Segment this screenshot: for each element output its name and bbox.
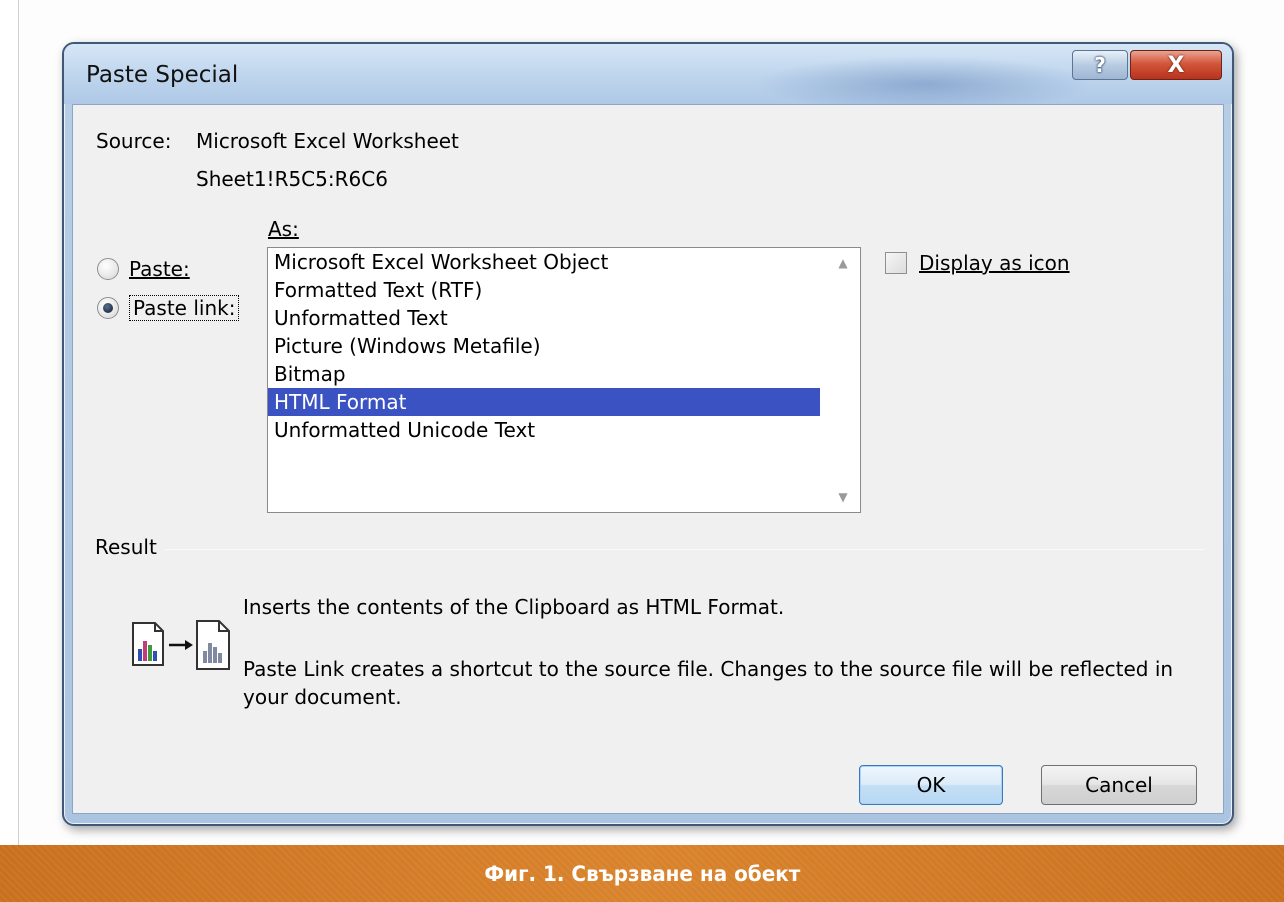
paste-label: Paste: [129, 257, 190, 281]
paste-radio[interactable] [97, 258, 119, 280]
ok-button[interactable]: OK [859, 765, 1003, 805]
paste-link-option[interactable]: Paste link: [97, 295, 240, 321]
display-as-icon-label: Display as icon [919, 251, 1070, 275]
list-item[interactable]: Unformatted Text [268, 304, 820, 332]
arrow-right-icon [169, 640, 193, 650]
paste-option[interactable]: Paste: [97, 257, 190, 281]
paste-special-dialog: Paste Special ? X Source: Microsoft Exce… [62, 42, 1234, 826]
list-item-selected[interactable]: HTML Format [268, 388, 820, 416]
dialog-title: Paste Special [86, 62, 239, 88]
figure-caption: Фиг. 1. Свързване на обект [483, 861, 801, 886]
display-as-icon-option[interactable]: Display as icon [885, 251, 1070, 275]
list-item[interactable]: Picture (Windows Metafile) [268, 332, 820, 360]
paste-link-result-icon [132, 620, 230, 670]
help-button[interactable]: ? [1072, 50, 1128, 80]
cancel-button[interactable]: Cancel [1041, 765, 1197, 805]
dialog-body: Source: Microsoft Excel Worksheet Sheet1… [72, 104, 1224, 814]
result-label: Result [95, 535, 165, 559]
paste-link-label: Paste link: [129, 295, 240, 321]
result-description: Inserts the contents of the Clipboard as… [243, 595, 785, 619]
source-range: Sheet1!R5C5:R6C6 [196, 167, 388, 191]
as-label: As: [268, 217, 299, 241]
source-document-icon [132, 622, 164, 666]
scroll-down-arrow-icon[interactable]: ▼ [836, 490, 850, 504]
list-item[interactable]: Formatted Text (RTF) [268, 276, 820, 304]
title-bar: Paste Special ? X [64, 44, 1232, 104]
close-icon: X [1167, 52, 1185, 78]
scroll-up-arrow-icon[interactable]: ▲ [836, 256, 850, 270]
paste-link-radio[interactable] [97, 297, 119, 319]
help-icon: ? [1094, 53, 1106, 77]
close-button[interactable]: X [1130, 50, 1222, 80]
list-item[interactable]: Bitmap [268, 360, 820, 388]
figure-caption-bar: Фиг. 1. Свързване на обект [0, 845, 1284, 902]
list-item[interactable]: Unformatted Unicode Text [268, 416, 820, 444]
display-as-icon-checkbox[interactable] [885, 252, 907, 274]
result-divider [95, 549, 1205, 550]
as-format-list[interactable]: Microsoft Excel Worksheet Object Formatt… [267, 247, 861, 513]
linked-document-icon [196, 620, 230, 670]
result-link-note: Paste Link creates a shortcut to the sou… [243, 657, 1174, 709]
source-label: Source: [96, 129, 172, 153]
list-item[interactable]: Microsoft Excel Worksheet Object [268, 248, 820, 276]
source-name: Microsoft Excel Worksheet [196, 129, 459, 153]
